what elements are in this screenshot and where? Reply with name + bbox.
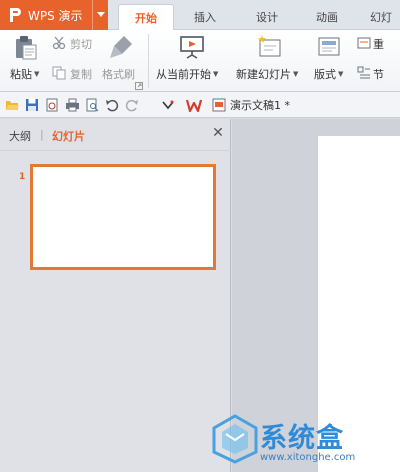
paste-label: 粘贴 (10, 68, 32, 81)
app-name: WPS 演示 (28, 8, 83, 23)
pane-tab-divider: | (40, 128, 44, 141)
slides-pane: 大纲 | 幻灯片 ✕ 1 (0, 119, 231, 472)
section-button[interactable]: 节 (373, 66, 384, 82)
cut-button[interactable]: 剪切 (70, 36, 92, 52)
new-slide-label: 新建幻灯片 (236, 68, 291, 81)
redo-icon[interactable] (124, 97, 140, 113)
layout-label: 版式 (314, 68, 336, 81)
ribbon-separator (148, 34, 149, 88)
document-tab-label: 演示文稿1 * (230, 99, 290, 112)
wps-w-icon[interactable] (186, 97, 202, 113)
copy-button[interactable]: 复制 (70, 66, 92, 82)
paste-dropdown-icon: ▼ (34, 70, 40, 78)
print-preview-icon[interactable] (84, 97, 100, 113)
wps-logo-icon (6, 6, 24, 24)
new-slide-button[interactable]: 新建幻灯片 ▼ (236, 66, 298, 82)
app-dropdown-icon[interactable] (92, 0, 108, 30)
clipboard-expand-icon[interactable] (135, 80, 143, 90)
layout-dropdown-icon: ▼ (338, 70, 344, 78)
quick-access-toolbar: 演示文稿1 * (0, 92, 400, 118)
layout-button[interactable]: 版式 ▼ (314, 66, 343, 82)
watermark-url: www.xitonghe.com (260, 452, 356, 463)
tab-slides[interactable]: 幻灯片 (52, 128, 85, 144)
close-icon[interactable]: ✕ (210, 125, 226, 141)
copy-icon (52, 66, 66, 80)
tab-outline[interactable]: 大纲 (9, 128, 31, 144)
from-current-button[interactable]: 从当前开始 ▼ (156, 66, 218, 82)
paste-button[interactable]: 粘贴 ▼ (10, 66, 39, 82)
new-slide-dropdown-icon: ▼ (293, 70, 299, 78)
site-watermark: 系统盒 www.xitonghe.com (210, 410, 400, 472)
tab-animation[interactable]: 动画 (304, 4, 350, 30)
title-tab-bar: WPS 演示 开始 插入 设计 动画 幻灯 (0, 0, 400, 30)
from-current-label: 从当前开始 (156, 68, 211, 81)
ribbon-home: 粘贴 ▼ 剪切 复制 格式刷 从当前开始 ▼ 新建幻灯片 ▼ 版式 ▼ 重 节 (0, 30, 400, 92)
slides-pane-header: 大纲 | 幻灯片 ✕ (0, 119, 231, 151)
slide-number: 1 (19, 172, 26, 182)
export-pdf-icon[interactable] (44, 97, 60, 113)
section-icon (357, 66, 371, 80)
slide-thumbnail[interactable] (30, 164, 216, 270)
watermark-logo-icon (212, 414, 258, 464)
format-painter-button[interactable]: 格式刷 (102, 66, 135, 82)
watermark-text: 系统盒 (260, 423, 344, 454)
format-painter-icon[interactable] (108, 34, 134, 60)
tab-slideshow[interactable]: 幻灯 (362, 4, 400, 30)
layout-icon[interactable] (318, 36, 340, 58)
paste-icon[interactable] (14, 34, 38, 60)
save-icon[interactable] (24, 97, 40, 113)
reset-icon (357, 36, 371, 50)
from-current-dropdown-icon: ▼ (213, 70, 219, 78)
app-menu-button[interactable]: WPS 演示 (0, 0, 108, 30)
document-tab[interactable]: 演示文稿1 * (212, 95, 290, 115)
new-slide-icon[interactable] (256, 34, 282, 60)
print-icon[interactable] (64, 97, 80, 113)
open-folder-icon[interactable] (4, 97, 20, 113)
projector-icon[interactable] (178, 34, 206, 60)
reset-button[interactable]: 重 (373, 36, 384, 52)
tab-design[interactable]: 设计 (244, 4, 290, 30)
scissors-icon (52, 36, 66, 50)
tab-home[interactable]: 开始 (118, 4, 174, 30)
undo-icon[interactable] (104, 97, 120, 113)
customize-toolbar-icon[interactable] (160, 97, 176, 113)
presentation-doc-icon (212, 98, 226, 112)
tab-insert[interactable]: 插入 (182, 4, 228, 30)
